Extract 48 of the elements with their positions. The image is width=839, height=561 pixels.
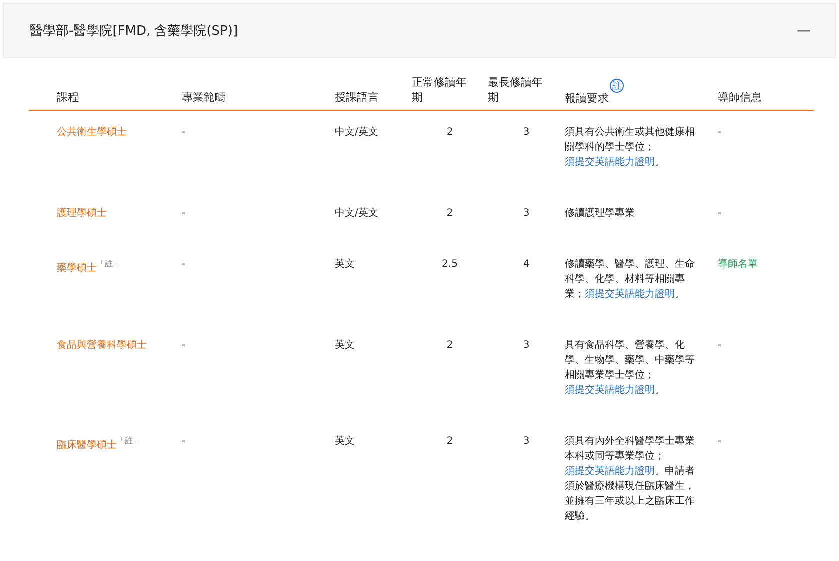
note-badge[interactable]: 註 xyxy=(610,79,624,93)
table-cell: 中文/英文 xyxy=(335,127,378,138)
column-header: 專業範疇 xyxy=(182,91,226,104)
column-header: 導師信息 xyxy=(718,91,762,104)
course-link[interactable]: 公共衛生學碩士 xyxy=(57,127,127,138)
table-cell: - xyxy=(718,208,722,219)
english-proof-link[interactable]: 須提交英語能力證明 xyxy=(565,385,655,396)
table-cell: 2 xyxy=(446,208,454,219)
requirement-text: 具有食品科學、營養學、化學、生物學、藥學、中藥學等相關專業學士學位； 須提交英語能力證明。 xyxy=(565,338,696,398)
panel-title: 醫學部-醫學院[FMD, 含藥學院(SP)] xyxy=(30,22,238,40)
table-cell: 3 xyxy=(523,436,530,447)
table-cell: - xyxy=(718,340,722,351)
column-header: 課程 xyxy=(57,91,79,104)
table-cell: - xyxy=(182,259,186,270)
english-proof-link[interactable]: 須提交英語能力證明 xyxy=(565,466,655,477)
column-header: 報讀要求 xyxy=(565,91,609,106)
table-cell: 英文 xyxy=(335,340,355,351)
table-cell: - xyxy=(182,127,186,138)
table-cell: 3 xyxy=(523,208,530,219)
table-cell: 2.5 xyxy=(442,259,458,270)
collapse-icon[interactable]: — xyxy=(797,22,811,38)
course-link[interactable]: 食品與營養科學碩士 xyxy=(57,340,147,351)
table-cell: 3 xyxy=(523,127,530,138)
table-cell: 3 xyxy=(523,340,530,351)
table-cell: 英文 xyxy=(335,436,355,447)
table-cell: - xyxy=(718,436,722,447)
tutor-list-link[interactable]: 導師名單 xyxy=(718,259,758,270)
requirement-text: 須具有內外全科醫學學士專業本科或同等專業學位； 須提交英語能力證明。申請者須於醫療機構現任臨床醫生，並擁有三年或以上之臨床工作經驗。 xyxy=(565,434,696,524)
column-header: 正常修讀年期 xyxy=(412,75,468,105)
requirement-text: 修讀護理學專業 xyxy=(565,206,636,221)
table-cell: - xyxy=(182,436,186,447)
column-header: 最長修讀年期 xyxy=(488,75,544,105)
english-proof-link[interactable]: 須提交英語能力證明 xyxy=(585,289,675,300)
table-cell: 英文 xyxy=(335,259,355,270)
table-cell: - xyxy=(182,340,186,351)
requirement-text: 修讀藥學、醫學、護理、生命科學、化學、材料等相關專業；須提交英語能力證明。 xyxy=(565,258,696,302)
course-link[interactable]: 護理學碩士 xyxy=(57,208,107,219)
table-cell: 2 xyxy=(446,127,454,138)
english-proof-link[interactable]: 須提交英語能力證明 xyxy=(565,157,655,168)
table-cell: 2 xyxy=(446,436,454,447)
requirement-text: 須具有公共衛生或其他健康相關學科的學士學位； 須提交英語能力證明。 xyxy=(565,126,696,170)
panel-header[interactable]: 醫學部-醫學院[FMD, 含藥學院(SP)] — xyxy=(3,3,836,58)
table-cell: 中文/英文 xyxy=(335,208,378,219)
column-header: 授課語言 xyxy=(335,91,379,104)
table-cell: 4 xyxy=(523,259,530,270)
table-cell: 2 xyxy=(446,340,454,351)
table-cell: - xyxy=(718,127,722,138)
table-cell: - xyxy=(182,208,186,219)
